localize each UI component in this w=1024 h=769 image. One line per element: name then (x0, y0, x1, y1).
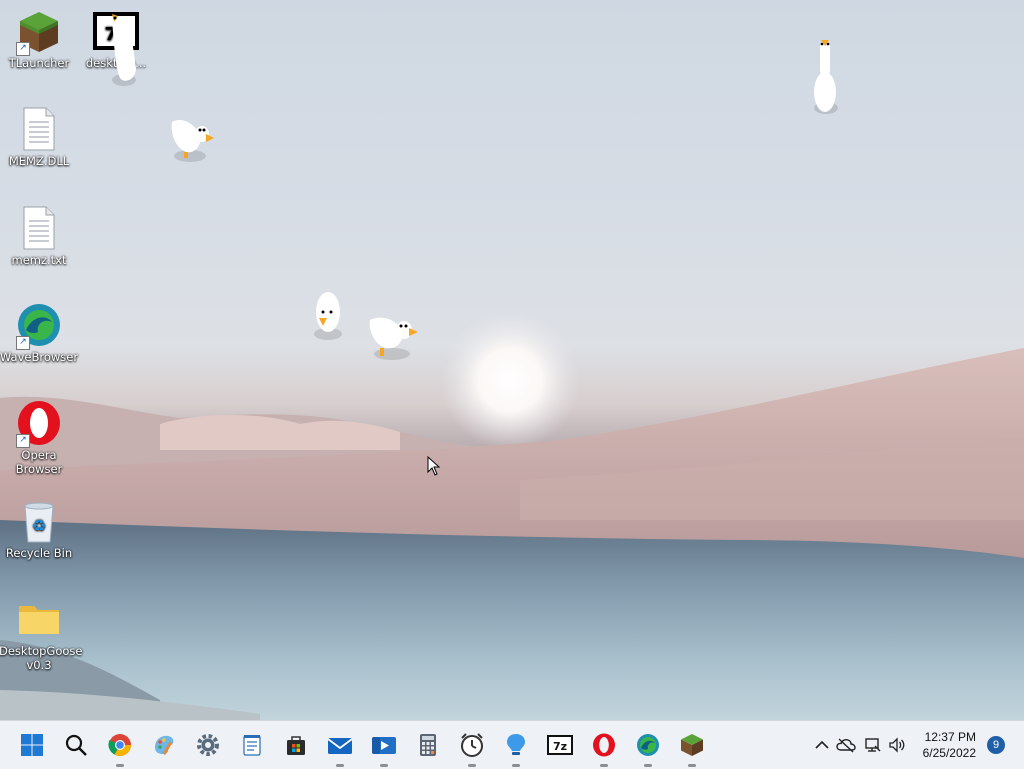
desktop-icon-label: Opera Browser (15, 448, 63, 476)
taskbar-opera[interactable] (588, 729, 620, 767)
desktop-icon-label: memz.txt (11, 253, 67, 267)
shortcut-arrow-icon: ↗ (16, 42, 30, 56)
desktop-icon-label: WaveBrowser (0, 350, 79, 364)
taskbar: 7z 12:37 PM 6/25/2022 9 (0, 720, 1024, 769)
goose-sprite[interactable] (100, 8, 148, 92)
goose-sprite[interactable] (366, 310, 422, 364)
desktop-icon-recycle-bin[interactable]: ♻ Recycle Bin (0, 498, 79, 560)
desktop-icon-label: DesktopGoose v0.3 (0, 644, 83, 672)
running-indicator (644, 764, 652, 767)
taskbar-tips[interactable] (500, 729, 532, 767)
taskbar-mail[interactable] (324, 729, 356, 767)
notification-badge[interactable]: 9 (987, 736, 1005, 754)
folder-icon (16, 596, 62, 642)
taskbar-7zip[interactable]: 7z (544, 729, 576, 761)
network-tray[interactable] (862, 729, 884, 761)
desktop-icon-label: TLauncher (8, 56, 70, 70)
goose-sprite[interactable] (166, 114, 218, 166)
show-hidden-icons-button[interactable] (812, 729, 832, 761)
running-indicator (688, 764, 696, 767)
network-icon (865, 738, 881, 752)
taskbar-minecraft[interactable] (676, 729, 708, 767)
text-file-icon (16, 205, 62, 251)
minecraft-grass-block-icon: ↗ (16, 8, 62, 56)
windows-start-icon (21, 734, 43, 756)
taskbar-notepad[interactable] (236, 729, 268, 761)
running-indicator (600, 764, 608, 767)
running-indicator (116, 764, 124, 767)
taskbar-chrome[interactable] (104, 729, 136, 767)
taskbar-calculator[interactable] (412, 729, 444, 761)
taskbar-clock-app[interactable] (456, 729, 488, 767)
goose-sprite[interactable] (308, 290, 348, 344)
svg-text:7z: 7z (553, 740, 567, 753)
onedrive-offline-icon (836, 738, 856, 753)
notepad-icon (243, 735, 261, 756)
desktop-icon-opera[interactable]: ↗ Opera Browser (0, 400, 79, 476)
shortcut-arrow-icon: ↗ (16, 434, 30, 448)
desktop[interactable]: ↗ TLauncher 7z deskt...o... MEMZ.DL (0, 0, 1024, 720)
desktop-icon-tlauncher[interactable]: ↗ TLauncher (0, 8, 79, 70)
lightbulb-icon (507, 734, 525, 755)
svg-text:♻: ♻ (32, 516, 46, 535)
search-button[interactable] (60, 729, 92, 761)
desktop-icon-memz-txt[interactable]: memz.txt (0, 205, 79, 267)
chevron-up-icon (815, 740, 829, 749)
shortcut-arrow-icon: ↗ (16, 336, 30, 350)
chrome-icon (108, 734, 131, 756)
desktop-icon-label: Recycle Bin (5, 546, 73, 560)
store-icon (287, 736, 305, 755)
onedrive-tray[interactable] (834, 729, 858, 761)
minecraft-grass-block-icon (681, 734, 703, 756)
paint-icon (155, 735, 174, 755)
mail-icon (327, 738, 353, 754)
clock-time: 12:37 PM (924, 730, 976, 744)
running-indicator (336, 764, 344, 767)
desktop-icon-wavebrowser[interactable]: ↗ WaveBrowser (0, 302, 79, 364)
alarm-clock-icon (461, 733, 483, 757)
gear-icon (197, 734, 219, 756)
running-indicator (380, 764, 388, 767)
goose-sprite[interactable] (806, 36, 846, 120)
document-file-icon (16, 106, 62, 152)
taskbar-clock[interactable]: 12:37 PM 6/25/2022 (896, 729, 976, 761)
wavebrowser-icon (637, 734, 659, 756)
running-indicator (512, 764, 520, 767)
desktop-icon-label: MEMZ.DLL (8, 154, 70, 168)
taskbar-paint[interactable] (148, 729, 180, 761)
mouse-cursor-icon (427, 456, 441, 476)
recycle-bin-icon: ♻ (16, 498, 62, 544)
desktop-icon-memz-dll[interactable]: MEMZ.DLL (0, 106, 79, 168)
taskbar-settings[interactable] (192, 729, 224, 761)
search-icon (65, 734, 87, 756)
media-player-icon (372, 737, 396, 754)
opera-icon (593, 733, 615, 757)
desktop-icon-desktopgoose-folder[interactable]: DesktopGoose v0.3 (0, 596, 83, 672)
wallpaper (0, 310, 1024, 720)
wavebrowser-icon: ↗ (16, 302, 62, 350)
clock-date: 6/25/2022 (922, 746, 976, 760)
running-indicator (468, 764, 476, 767)
taskbar-wavebrowser[interactable] (632, 729, 664, 767)
taskbar-media-player[interactable] (368, 729, 400, 767)
7zip-icon: 7z (547, 735, 573, 755)
taskbar-store[interactable] (280, 729, 312, 761)
calculator-icon (420, 734, 436, 756)
start-button[interactable] (16, 729, 48, 761)
opera-icon: ↗ (16, 400, 62, 448)
